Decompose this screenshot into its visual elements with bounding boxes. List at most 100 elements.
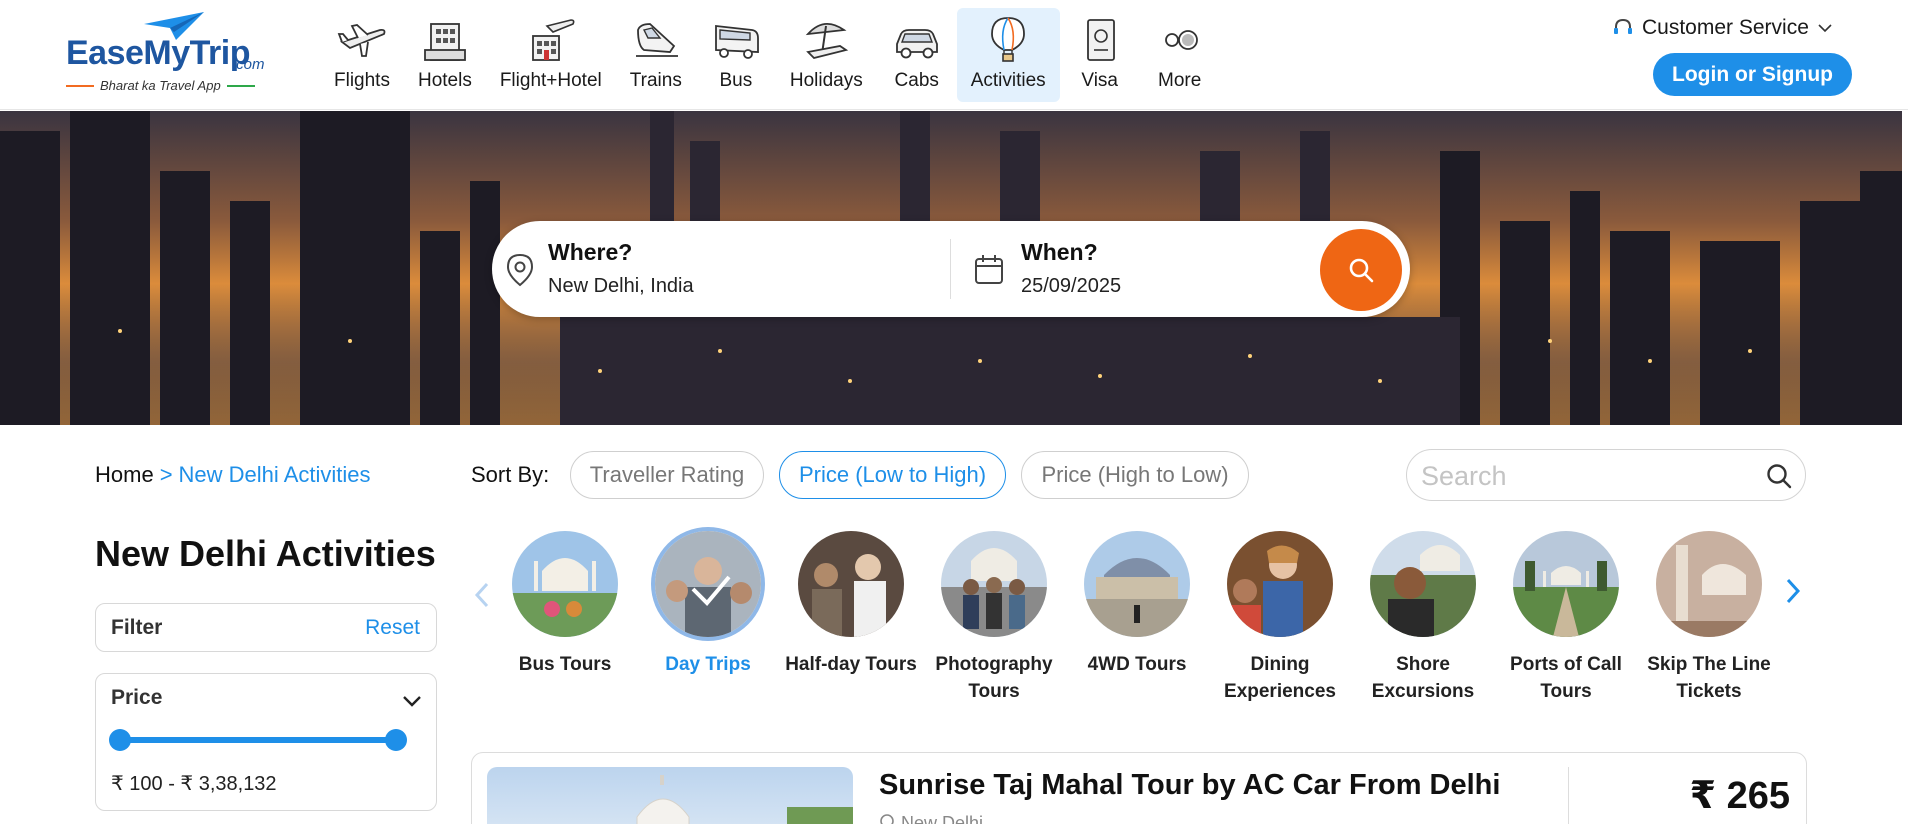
category-label: 4WD Tours (1087, 654, 1187, 675)
login-signup-button[interactable]: Login or Signup (1653, 53, 1852, 96)
activity-result-location: New Delhi (879, 813, 983, 824)
top-header: EaseMyTrip .com Bharat ka Travel App Fli… (0, 0, 1908, 110)
category-label: Photography Tours (935, 654, 1053, 702)
nav-item-hotels[interactable]: Hotels (404, 8, 486, 102)
search-icon (1349, 258, 1374, 283)
flight-hotel-icon (531, 19, 575, 61)
nav-label: Activities (970, 70, 1046, 91)
category-label: Ports of Call Tours (1510, 654, 1622, 702)
nav-label: Bus (719, 70, 753, 91)
where-title: Where? (548, 239, 633, 265)
nav-label: Flights (334, 70, 390, 91)
breadcrumb-home-link[interactable]: Home (95, 462, 154, 487)
brand-tagline: Bharat ka Travel App (66, 78, 276, 93)
nav-label: Flight+Hotel (499, 70, 602, 91)
price-filter-title: Price (111, 686, 163, 709)
activity-search-box (1406, 449, 1806, 501)
filter-reset-link[interactable]: Reset (365, 616, 420, 640)
category-skip-the-line-tickets[interactable]: Skip The Line Tickets (1637, 531, 1781, 705)
category-shore-excursions[interactable]: Shore Excursions (1351, 531, 1495, 705)
category-image (941, 531, 1047, 637)
when-value: 25/09/2025 (1021, 275, 1122, 297)
breadcrumb-separator: > (159, 462, 173, 487)
category-4wd-tours[interactable]: 4WD Tours (1065, 531, 1209, 678)
activity-search-bar: Where? New Delhi, India When? 25/09/2025 (492, 221, 1410, 317)
category-label: Day Trips (665, 654, 751, 675)
nav-item-activities[interactable]: Activities (956, 8, 1060, 102)
passport-icon (1086, 19, 1115, 61)
category-label: Shore Excursions (1371, 654, 1475, 702)
where-field[interactable]: Where? New Delhi, India (492, 221, 950, 317)
search-icon (1767, 464, 1792, 489)
nav-label: More (1158, 70, 1202, 91)
carousel-prev-arrow[interactable] (473, 580, 491, 610)
hotel-icon (423, 23, 466, 61)
tagline-text: Bharat ka Travel App (100, 78, 221, 93)
nav-item-holidays[interactable]: Holidays (776, 8, 877, 102)
hot-air-balloon-icon (991, 17, 1026, 62)
category-bus-tours[interactable]: Bus Tours (493, 531, 637, 678)
category-image (655, 531, 761, 637)
train-icon (635, 23, 678, 57)
sort-traveller-rating[interactable]: Traveller Rating (570, 451, 764, 499)
category-image (512, 531, 618, 637)
nav-item-cabs[interactable]: Cabs (877, 8, 957, 102)
location-pin-icon (506, 253, 534, 287)
easemytrip-logo[interactable]: EaseMyTrip .com Bharat ka Travel App (64, 8, 274, 100)
category-label: Half-day Tours (785, 654, 917, 675)
price-slider-max-handle[interactable] (385, 729, 407, 751)
location-pin-icon (880, 814, 894, 824)
brand-suffix: .com (232, 56, 265, 73)
nav-item-trains[interactable]: Trains (616, 8, 696, 102)
activity-result-price: ₹ 265 (1689, 775, 1790, 817)
bus-icon (714, 24, 759, 59)
price-slider-min-handle[interactable] (109, 729, 131, 751)
brand-name: EaseMyTrip (66, 34, 250, 72)
category-label: Skip The Line Tickets (1647, 654, 1771, 702)
nav-label: Hotels (417, 70, 472, 91)
category-half-day-tours[interactable]: Half-day Tours (779, 531, 923, 678)
calendar-icon (975, 255, 1003, 284)
when-field[interactable]: When? 25/09/2025 (952, 221, 1312, 317)
category-ports-of-call-tours[interactable]: Ports of Call Tours (1494, 531, 1638, 705)
nav-item-more[interactable]: More (1140, 8, 1220, 102)
price-range-label: ₹ 100 - ₹ 3,38,132 (111, 773, 277, 795)
activity-result-location-text: New Delhi (901, 813, 984, 824)
more-icon (1164, 30, 1198, 50)
filter-title: Filter (111, 616, 163, 639)
nav-item-flight-hotel[interactable]: Flight+Hotel (486, 8, 616, 102)
where-value: New Delhi, India (548, 275, 694, 297)
tagline-line-left (66, 84, 94, 87)
tagline-line-right (226, 84, 255, 87)
category-image (1227, 531, 1333, 637)
category-dining-experiences[interactable]: Dining Experiences (1208, 531, 1352, 705)
search-submit-button[interactable] (1320, 229, 1402, 311)
customer-service-menu[interactable]: Customer Service (1612, 16, 1833, 40)
nav-item-bus[interactable]: Bus (696, 8, 776, 102)
customer-service-label: Customer Service (1642, 16, 1809, 39)
activity-result-card[interactable]: Sunrise Taj Mahal Tour by AC Car From De… (471, 752, 1807, 824)
category-image (798, 531, 904, 637)
sort-price-high-low[interactable]: Price (High to Low) (1021, 451, 1249, 499)
category-photography-tours[interactable]: Photography Tours (922, 531, 1066, 705)
nav-item-flights[interactable]: Flights (320, 8, 404, 102)
nav-label: Holidays (789, 70, 863, 91)
filter-header: Filter Reset (95, 603, 437, 652)
activity-result-title[interactable]: Sunrise Taj Mahal Tour by AC Car From De… (879, 769, 1500, 802)
headset-icon (1614, 18, 1632, 34)
when-title: When? (1021, 239, 1098, 265)
nav-item-visa[interactable]: Visa (1060, 8, 1140, 102)
main-nav: Flights Hotels Flight+Hotel Trains Bus H… (320, 8, 1220, 102)
nav-label: Visa (1081, 70, 1118, 91)
chevron-down-icon[interactable] (402, 694, 422, 708)
search-divider (950, 239, 951, 299)
price-slider-track[interactable] (120, 737, 396, 743)
activity-search-input[interactable] (1421, 458, 1751, 494)
nav-label: Cabs (894, 70, 939, 91)
price-filter: Price ₹ 100 - ₹ 3,38,132 (95, 673, 437, 811)
sort-price-low-high[interactable]: Price (Low to High) (779, 451, 1006, 499)
category-day-trips[interactable]: Day Trips (636, 531, 780, 678)
carousel-next-arrow[interactable] (1784, 576, 1802, 606)
car-icon (895, 29, 938, 59)
sort-by-label: Sort By: (471, 462, 550, 487)
